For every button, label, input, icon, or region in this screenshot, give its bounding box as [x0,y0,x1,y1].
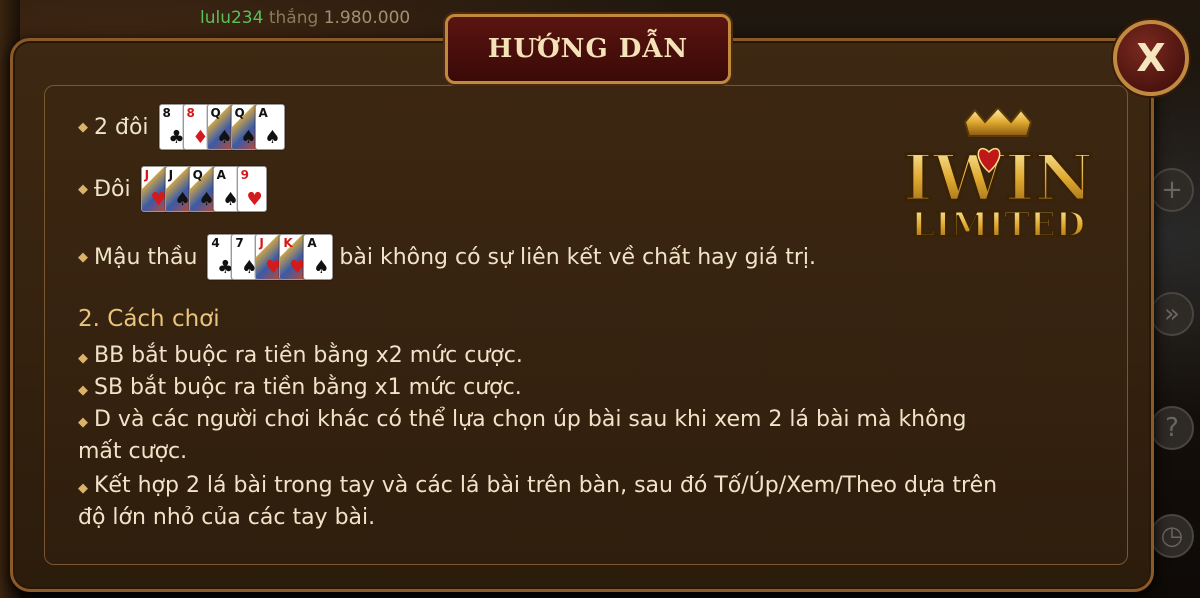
rule-line-continued: mất cược. [78,436,187,468]
rule-line-continued: độ lớn nhỏ của các tay bài. [78,502,375,534]
close-icon: X [1136,36,1166,80]
clock-icon[interactable]: ◷ [1150,514,1194,558]
bullet-icon: ◆ [78,249,88,265]
fast-forward-icon[interactable]: » [1150,292,1194,336]
rule-text: mất cược. [78,439,188,464]
card-rank: 8 [162,106,171,120]
bullet-icon: ◆ [78,481,88,496]
card-suit-icon: ♠ [313,257,330,278]
card-rank: 8 [186,106,195,120]
help-icon[interactable]: ? [1150,406,1194,450]
hand-row-high-card: ◆ Mậu thầu 4 ♣ 7 ♠ J ♥ K ♥ A ♠ bài không có sự li… [78,234,816,280]
win-ticker: lulu234 thắng 1.980.000 [200,8,410,28]
bullet-icon: ◆ [78,415,88,430]
bullet-icon: ◆ [78,351,88,366]
hand-description: bài không có sự liên kết về chất hay giá… [339,244,816,270]
hand-label: 2 đôi [94,114,149,140]
hand-label: Mậu thầu [94,244,198,270]
rule-line: ◆ D và các người chơi khác có thể lựa chọ… [78,404,967,439]
rule-text: SB bắt buộc ra tiền bằng x1 mức cược. [94,375,522,400]
ticker-username: lulu234 [200,8,264,28]
rule-text: độ lớn nhỏ của các tay bài. [78,505,376,530]
card-rank: Q [234,106,245,120]
card-rank: 7 [235,236,244,250]
rule-line: ◆ BB bắt buộc ra tiền bằng x2 mức cược. [78,340,523,375]
rule-text: Kết hợp 2 lá bài trong tay và các lá bài… [94,473,998,498]
iwin-limited-logo: IWIN LIMITED [901,108,1095,246]
hand-row-two-pair: ◆ 2 đôi 8 ♣ 8 ♦ Q ♠ Q ♠ A ♠ [78,104,291,150]
card-group: 4 ♣ 7 ♠ J ♥ K ♥ A ♠ [207,234,334,280]
rule-line: ◆ Kết hợp 2 lá bài trong tay và các lá bà… [78,470,997,505]
card-rank: J [168,168,174,182]
crown-icon [963,108,1033,137]
card-rank: Q [192,168,203,182]
card-rank: 4 [211,236,220,250]
card-rank: A [307,236,317,250]
hand-row-pair: ◆ Đôi J ♥ J ♠ Q ♠ A ♠ 9 ♥ [78,166,273,212]
card-group: J ♥ J ♠ Q ♠ A ♠ 9 ♥ [140,166,267,212]
card-rank: J [144,168,150,182]
close-button[interactable]: X [1113,20,1189,96]
dialog-title: HƯỚNG DẪN [487,34,689,64]
bullet-icon: ◆ [78,181,88,197]
card-group: 8 ♣ 8 ♦ Q ♠ Q ♠ A ♠ [158,104,285,150]
card-rank: K [283,236,293,250]
bullet-icon: ◆ [78,119,88,135]
rule-line: ◆ SB bắt buộc ra tiền bằng x1 mức cược. [78,372,522,407]
card-rank: J [259,236,264,250]
playing-card: 9 ♥ [236,166,267,212]
ticker-verb: thắng [268,8,319,28]
rule-text: D và các người chơi khác có thể lựa chọn… [94,407,967,432]
ticker-amount: 1.980.000 [323,8,411,28]
section-title: 2. Cách chơi [78,306,220,332]
card-suit-icon: ♠ [264,127,281,148]
card-suit-icon: ♥ [246,189,263,210]
plus-icon[interactable]: + [1150,168,1194,212]
playing-card: A ♠ [303,234,334,280]
card-rank: A [216,168,226,182]
logo-subtitle: LIMITED [911,205,1085,245]
bullet-icon: ◆ [78,383,88,398]
rule-text: BB bắt buộc ra tiền bằng x2 mức cược. [94,343,523,368]
card-rank: Q [210,106,221,120]
dialog-title-plate: HƯỚNG DẪN [445,14,731,84]
card-rank: A [258,106,268,120]
hand-label: Đôi [94,176,131,202]
card-rank: 9 [240,168,249,182]
playing-card: A ♠ [254,104,285,150]
